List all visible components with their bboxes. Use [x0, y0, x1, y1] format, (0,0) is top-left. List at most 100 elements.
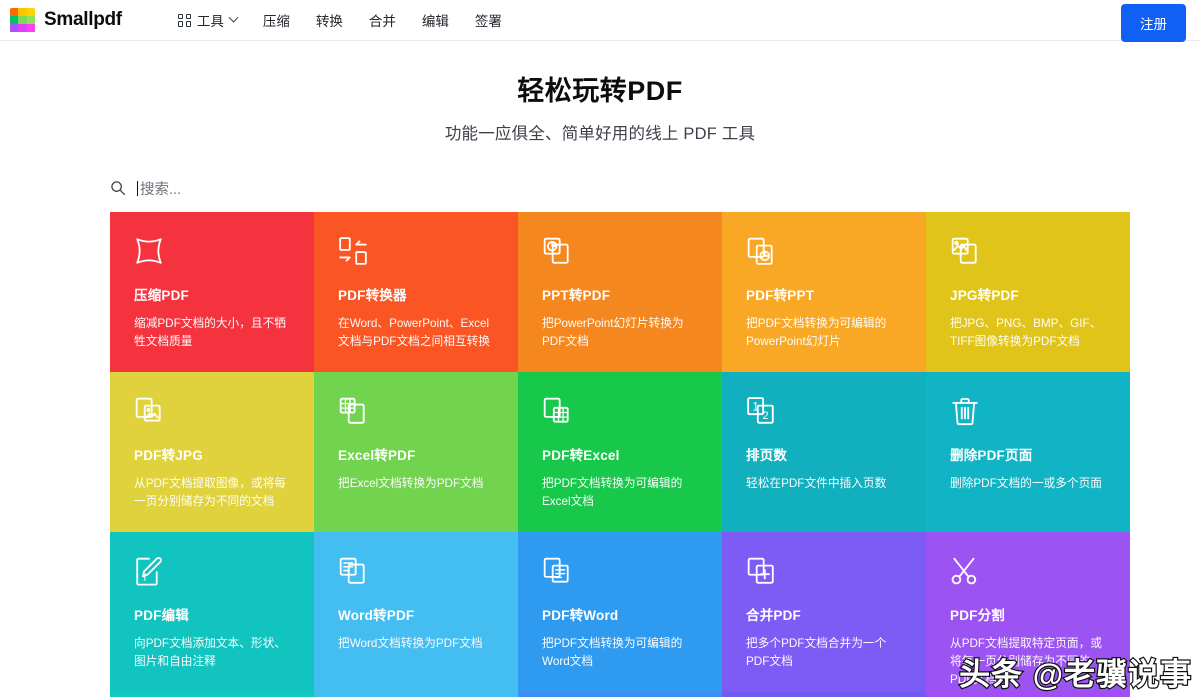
tool-card-placeholder-18[interactable]: [722, 692, 926, 697]
page-root: Smallpdf 工具 压缩 转换 合并 编辑 签署 注册 轻松玩转PDF 功能一应俱全、…: [0, 0, 1200, 697]
nav-item-1[interactable]: 压缩: [263, 10, 290, 30]
tool-card-压缩PDF[interactable]: 压缩PDF 缩减PDF文档的大小，且不牺牲文档质量: [110, 212, 314, 372]
top-header: Smallpdf 工具 压缩 转换 合并 编辑 签署 注册: [0, 0, 1200, 42]
nav-item-4[interactable]: 编辑: [422, 10, 449, 30]
search-placeholder: 搜索...: [140, 181, 182, 198]
search-icon: [110, 180, 126, 196]
logo-cell-5: [26, 15, 35, 25]
tool-card-placeholder-17[interactable]: [518, 692, 722, 697]
logo-cell-4: [18, 15, 27, 25]
main-nav: 工具 压缩 转换 合并 编辑 签署: [177, 10, 502, 30]
tool-description: 删除PDF文档的一或多个页面: [950, 477, 1102, 490]
tool-title: PDF转换器: [338, 288, 407, 303]
nav-item-label: 压缩: [262, 14, 290, 29]
tool-title: PDF转Excel: [542, 448, 620, 463]
search-input[interactable]: 搜索...: [137, 178, 181, 199]
tool-title: PDF转Word: [542, 608, 619, 623]
tool-title: Excel转PDF: [338, 448, 416, 463]
nav-item-2[interactable]: 转换: [316, 10, 343, 30]
convert-icon: [338, 236, 368, 266]
svg-text:I: I: [143, 573, 147, 584]
tool-card-合并PDF[interactable]: 合并PDF 把多个PDF文档合并为一个PDF文档: [722, 532, 926, 692]
tool-description: 把Excel文档转换为PDF文档: [338, 477, 484, 490]
tool-card-PDF转换器[interactable]: PDF转换器在Word、PowerPoint、Excel文档与PDF文档之间相互…: [314, 212, 518, 372]
tool-title: JPG转PDF: [950, 288, 1019, 303]
tool-card-Excel转PDF[interactable]: Excel转PDF 把Excel文档转换为PDF文档: [314, 372, 518, 532]
logo-cell-8: [26, 24, 35, 33]
nav-item-label: 工具: [196, 14, 224, 29]
tool-card-删除PDF页面[interactable]: 删除PDF页面删除PDF文档的一或多个页面: [926, 372, 1130, 532]
tool-card-Word转PDF[interactable]: Word转PDF 把Word文档转换为PDF文档: [314, 532, 518, 692]
tool-grid: 压缩PDF 缩减PDF文档的大小，且不牺牲文档质量 PDF转换器在Word、Powe…: [110, 212, 1130, 697]
page-title: 轻松玩转PDF: [517, 76, 683, 106]
grid-icon: [177, 13, 191, 27]
tool-card-排页数[interactable]: 1 2 排页数轻松在PDF文件中插入页数: [722, 372, 926, 532]
tool-description: 轻松在PDF文件中插入页数: [746, 477, 887, 490]
tool-card-placeholder-15[interactable]: [110, 692, 314, 697]
search-bar[interactable]: 搜索...: [110, 177, 1200, 199]
tool-description: 从PDF文档提取图像，或将每一页分别储存为不同的文档: [134, 477, 286, 509]
pdf-to-jpg-icon: [134, 396, 164, 426]
tool-description: 把PDF文档转换为可编辑的Word文档: [542, 637, 683, 669]
tool-description: 向PDF文档添加文本、形状、图片和自由注释: [134, 637, 286, 669]
tool-title: PDF转JPG: [134, 448, 203, 463]
tool-card-placeholder-16[interactable]: [314, 692, 518, 697]
svg-text:1: 1: [752, 400, 759, 413]
tool-title: PPT转PDF: [542, 288, 611, 303]
word-to-pdf-icon: [338, 556, 368, 586]
pdf-to-word-icon: [542, 556, 572, 586]
merge-icon: [746, 556, 776, 586]
nav-item-label: 合并: [368, 14, 396, 29]
compress-icon: [134, 236, 164, 266]
brand-name: Smallpdf: [44, 9, 122, 30]
logo-cell-3: [10, 15, 19, 25]
hero-section: 轻松玩转PDF 功能一应俱全、简单好用的线上 PDF 工具: [0, 41, 1200, 144]
nav-item-label: 签署: [474, 14, 502, 29]
tool-description: 把Word文档转换为PDF文档: [338, 637, 483, 650]
logo-cell-7: [18, 24, 27, 33]
tool-title: 压缩PDF: [134, 288, 189, 303]
logo-cell-6: [10, 24, 19, 33]
pdf-to-excel-icon: [542, 396, 572, 426]
tool-description: 把PowerPoint幻灯片转换为PDF文档: [542, 317, 684, 349]
svg-text:2: 2: [763, 410, 769, 422]
logo-cell-0: [10, 7, 19, 16]
page-subtitle: 功能一应俱全、简单好用的线上 PDF 工具: [444, 125, 756, 143]
jpg-to-pdf-icon: [950, 236, 980, 266]
nav-item-0[interactable]: 工具: [177, 10, 239, 30]
nav-item-label: 编辑: [421, 14, 449, 29]
tool-description: 从PDF文档提取特定页面，或将每一页分别储存为不同的PDF文档: [950, 637, 1102, 687]
tool-card-PDF转Word[interactable]: PDF转Word 把PDF文档转换为可编辑的Word文档: [518, 532, 722, 692]
nav-item-5[interactable]: 签署: [475, 10, 502, 30]
signup-button[interactable]: 注册: [1121, 4, 1186, 42]
tool-title: 合并PDF: [746, 608, 801, 623]
tool-description: 在Word、PowerPoint、Excel文档与PDF文档之间相互转换: [338, 317, 490, 349]
ppt-to-pdf-icon: [542, 236, 572, 266]
tool-card-PDF编辑[interactable]: I PDF编辑向PDF文档添加文本、形状、图片和自由注释: [110, 532, 314, 692]
logo-cell-1: [18, 7, 27, 16]
page-numbers-icon: 12: [746, 396, 776, 426]
nav-item-label: 转换: [315, 14, 343, 29]
trash-icon: [950, 396, 980, 426]
tool-title: 排页数: [746, 448, 788, 463]
smallpdf-logo-icon: [10, 7, 35, 33]
tool-card-PPT转PDF[interactable]: PPT转PDF 把PowerPoint幻灯片转换为PDF文档: [518, 212, 722, 372]
tool-title: Word转PDF: [338, 608, 415, 623]
nav-item-3[interactable]: 合并: [369, 10, 396, 30]
tool-description: 缩减PDF文档的大小，且不牺牲文档质量: [134, 317, 286, 349]
pdf-to-ppt-icon: [746, 236, 776, 266]
tool-card-PDF转JPG[interactable]: PDF转JPG 从PDF文档提取图像，或将每一页分别储存为不同的文档: [110, 372, 314, 532]
tool-title: 删除PDF页面: [950, 448, 1033, 463]
tool-card-PDF转Excel[interactable]: PDF转Excel 把PDF文档转换为可编辑的Excel文档: [518, 372, 722, 532]
tool-description: 把PDF文档转换为可编辑的PowerPoint幻灯片: [746, 317, 887, 349]
split-icon: [950, 556, 980, 586]
tool-card-JPG转PDF[interactable]: JPG转PDF 把JPG、PNG、BMP、GIF、TIFF图像转换为PDF文档: [926, 212, 1130, 372]
tool-card-placeholder-19[interactable]: [926, 692, 1130, 697]
tool-card-PDF转PPT[interactable]: PDF转PPT 把PDF文档转换为可编辑的PowerPoint幻灯片: [722, 212, 926, 372]
tool-title: PDF编辑: [134, 608, 189, 623]
excel-to-pdf-icon: [338, 396, 368, 426]
brand-logo[interactable]: Smallpdf: [10, 7, 122, 33]
tool-description: 把PDF文档转换为可编辑的Excel文档: [542, 477, 683, 509]
tool-card-PDF分割[interactable]: PDF分割 从PDF文档提取特定页面，或将每一页分别储存为不同的PDF文档: [926, 532, 1130, 692]
chevron-down-icon: [228, 12, 239, 23]
